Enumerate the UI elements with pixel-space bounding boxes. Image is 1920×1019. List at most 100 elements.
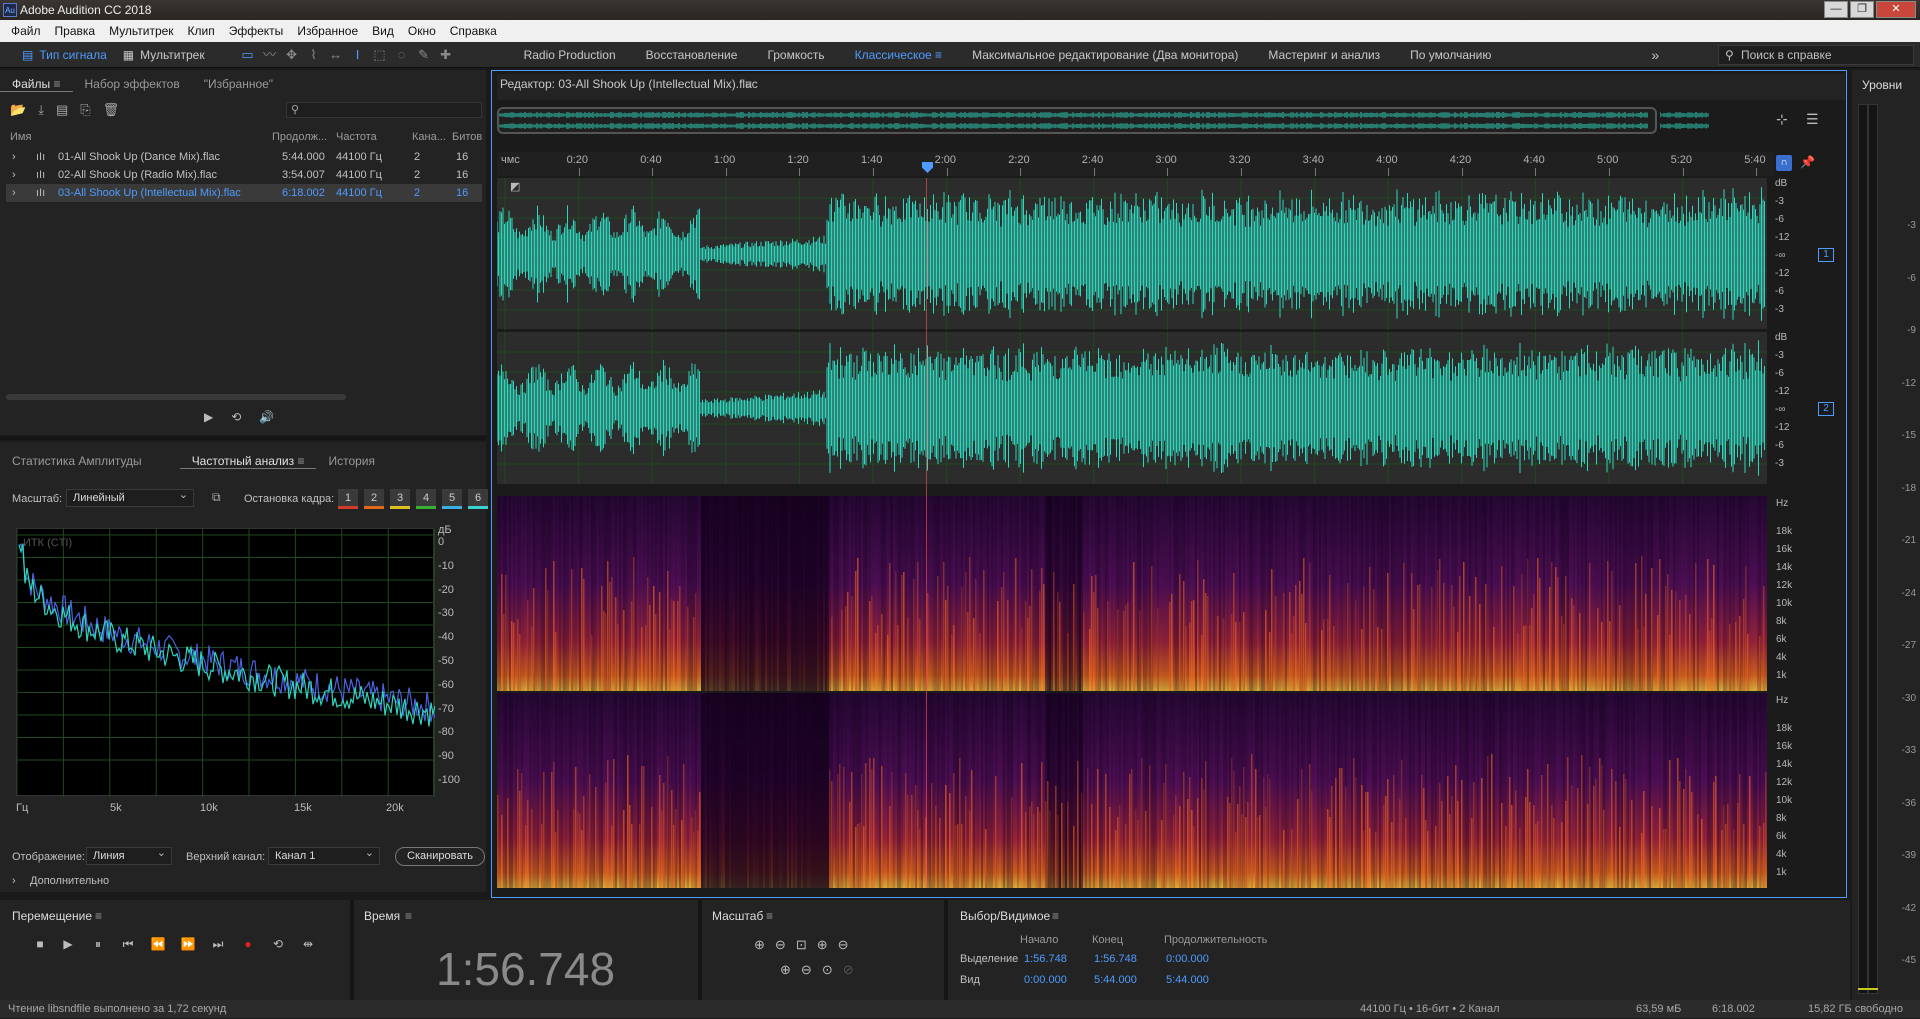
top-channel-dropdown[interactable]: Канал 1 <box>268 847 380 865</box>
workspace-default[interactable]: По умолчанию <box>1395 48 1506 62</box>
workspace-mastering[interactable]: Мастеринг и анализ <box>1253 48 1395 62</box>
scan-button[interactable]: Сканировать <box>395 847 485 866</box>
file-row-selected[interactable]: › ıIı 03-All Shook Up (Intellectual Mix)… <box>6 184 482 202</box>
help-search-input[interactable]: ⚲ Поиск в справке <box>1718 45 1914 65</box>
file-row[interactable]: › ıIı 02-All Shook Up (Radio Mix).flac 3… <box>6 166 482 184</box>
overview-options-icon[interactable]: ☰ <box>1806 111 1819 128</box>
marquee-tool-icon[interactable]: ⬚ <box>369 45 391 65</box>
column-channels[interactable]: Кана... <box>412 128 446 146</box>
snap-icon[interactable]: ∩ <box>1776 155 1792 171</box>
menu-help[interactable]: Справка <box>443 20 504 42</box>
workspace-menu-icon[interactable]: ≡ <box>935 48 942 62</box>
fast-forward-button[interactable]: ⏩ <box>178 937 198 953</box>
column-rate[interactable]: Частота <box>336 128 377 146</box>
panel-menu-icon[interactable]: ≡ <box>95 909 102 923</box>
panel-menu-icon[interactable]: ≡ <box>745 77 752 91</box>
healing-tool-icon[interactable]: ✚ <box>435 45 457 65</box>
files-horizontal-scrollbar[interactable] <box>6 394 346 400</box>
freeze-frame-2-button[interactable]: 2 <box>364 489 384 509</box>
loop-playback-button[interactable]: ⟲ <box>268 937 288 953</box>
pitch-display-icon[interactable]: 〰 <box>259 45 281 65</box>
advanced-toggle[interactable]: Дополнительно <box>30 875 109 887</box>
file-row[interactable]: › ıIı 01-All Shook Up (Dance Mix).flac 5… <box>6 148 482 166</box>
go-to-start-button[interactable]: ⏮ <box>118 937 138 953</box>
preview-play-icon[interactable]: ▶ <box>204 410 213 424</box>
selection-end-value[interactable]: 1:56.748 <box>1094 953 1137 965</box>
spectrogram-channel-2[interactable] <box>497 693 1767 888</box>
zoom-in-icon[interactable]: ⊕ <box>817 937 828 953</box>
panel-menu-icon[interactable]: ≡ <box>766 909 773 923</box>
menu-file[interactable]: Файл <box>4 20 48 42</box>
brush-tool-icon[interactable]: ✎ <box>413 45 435 65</box>
close-button[interactable]: ✕ <box>1876 1 1916 18</box>
channel-2-badge[interactable]: 2 <box>1818 402 1834 416</box>
add-frame-icon[interactable]: ⧉ <box>212 490 221 505</box>
panel-menu-icon[interactable]: ≡ <box>297 454 304 468</box>
zoom-out-right-icon[interactable]: ⊖ <box>801 962 812 978</box>
new-file-icon[interactable]: ▤ <box>56 102 68 118</box>
skip-selection-button[interactable]: ⇹ <box>298 937 318 953</box>
menu-edit[interactable]: Правка <box>48 20 103 42</box>
slip-tool-icon[interactable]: ↔ <box>325 45 347 65</box>
import-file-icon[interactable]: ⤓ <box>38 102 44 118</box>
panel-divider[interactable] <box>0 436 486 440</box>
time-selection-tool-icon[interactable]: I <box>347 45 369 65</box>
workspace-classic[interactable]: Классическое ≡ <box>840 48 957 62</box>
overview-navigator[interactable] <box>497 107 1657 134</box>
menu-favorites[interactable]: Избранное <box>290 20 365 42</box>
menu-clip[interactable]: Клип <box>181 20 222 42</box>
workspace-loudness[interactable]: Громкость <box>752 48 839 62</box>
lasso-tool-icon[interactable]: ◌ <box>391 45 413 65</box>
tab-amplitude-statistics[interactable]: Статистика Амплитуды <box>0 454 154 468</box>
zoom-out-amplitude-icon[interactable]: ⊖ <box>775 937 786 953</box>
view-duration-value[interactable]: 5:44.000 <box>1166 974 1209 986</box>
waveform-mode-button[interactable]: ▤Тип сигнала <box>14 45 115 65</box>
zoom-out-icon[interactable]: ⊖ <box>838 937 849 953</box>
hud-icon[interactable]: ◩ <box>510 180 520 193</box>
tab-files[interactable]: Файлы ≡ <box>0 77 73 92</box>
preview-loop-icon[interactable]: ⟲ <box>231 410 241 424</box>
expand-chevron-icon[interactable]: › <box>12 148 16 166</box>
selection-start-value[interactable]: 1:56.748 <box>1024 953 1067 965</box>
selection-duration-value[interactable]: 0:00.000 <box>1166 953 1209 965</box>
panel-menu-icon[interactable]: ≡ <box>53 77 60 91</box>
channel-1-badge[interactable]: 1 <box>1818 248 1834 262</box>
spectrogram-channel-1[interactable] <box>497 496 1767 691</box>
zoom-in-amplitude-icon[interactable]: ⊕ <box>754 937 765 953</box>
scale-dropdown[interactable]: Линейный <box>66 489 194 507</box>
multitrack-mode-button[interactable]: ▦Мультитрек <box>115 45 213 65</box>
rewind-button[interactable]: ⏪ <box>148 937 168 953</box>
minimize-button[interactable]: — <box>1824 1 1848 18</box>
tab-favorites[interactable]: "Избранное" <box>192 77 285 91</box>
zoom-to-selection-icon[interactable]: ⊹ <box>1776 111 1788 128</box>
tab-effects-rack[interactable]: Набор эффектов <box>73 77 192 91</box>
time-ruler[interactable]: чмс0:200:401:001:201:402:002:202:403:003… <box>497 152 1773 176</box>
menu-view[interactable]: Вид <box>365 20 401 42</box>
record-button[interactable]: ● <box>238 937 258 953</box>
column-name[interactable]: Имя <box>10 128 31 146</box>
workspace-restoration[interactable]: Восстановление <box>631 48 753 62</box>
menu-effects[interactable]: Эффекты <box>222 20 291 42</box>
view-end-value[interactable]: 5:44.000 <box>1094 974 1137 986</box>
display-dropdown[interactable]: Линия <box>86 847 172 865</box>
freeze-frame-1-button[interactable]: 1 <box>338 489 358 509</box>
panel-menu-icon[interactable]: ≡ <box>405 909 412 923</box>
spectral-display-icon[interactable]: ▭ <box>237 45 259 65</box>
workspace-radio-production[interactable]: Radio Production <box>509 48 631 62</box>
go-to-end-button[interactable]: ⏭ <box>208 937 228 953</box>
zoom-to-selection-icon[interactable]: ⊙ <box>822 962 833 978</box>
zoom-out-full-icon[interactable]: ⊡ <box>796 937 807 953</box>
view-start-value[interactable]: 0:00.000 <box>1024 974 1067 986</box>
more-workspaces-button[interactable]: » <box>1636 47 1674 63</box>
expand-chevron-icon[interactable]: › <box>12 166 16 184</box>
razor-tool-icon[interactable]: ⌇ <box>303 45 325 65</box>
panel-menu-icon[interactable]: ≡ <box>1052 909 1059 923</box>
move-tool-icon[interactable]: ✥ <box>281 45 303 65</box>
zoom-in-left-icon[interactable]: ⊕ <box>780 962 791 978</box>
column-duration[interactable]: Продолж... <box>272 128 327 146</box>
menu-multitrack[interactable]: Мультитрек <box>102 20 180 42</box>
tab-history[interactable]: История <box>316 454 387 468</box>
expand-chevron-icon[interactable]: › <box>12 184 16 202</box>
stop-button[interactable]: ■ <box>30 937 50 953</box>
waveform-spectral-splitter[interactable] <box>497 486 1767 494</box>
